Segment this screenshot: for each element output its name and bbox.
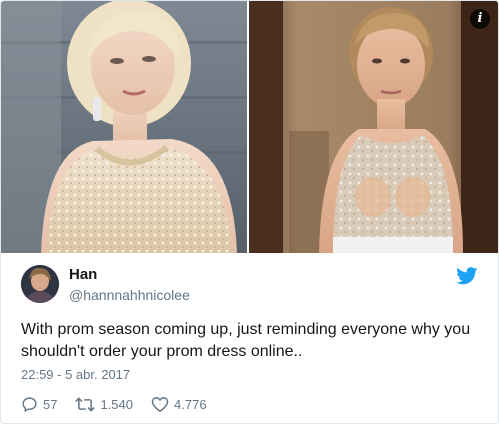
twitter-bird-icon-svg xyxy=(456,267,478,285)
author-handle[interactable]: @hannnahhnicolee xyxy=(69,286,190,304)
tweet-actions: 57 1.540 4.776 xyxy=(21,394,225,414)
info-icon[interactable]: i xyxy=(470,9,490,29)
author-display-name[interactable]: Han xyxy=(69,266,190,284)
photo-received-dress[interactable] xyxy=(249,1,498,253)
reply-button[interactable]: 57 xyxy=(21,396,57,413)
photo-advertised-dress-image xyxy=(1,1,247,253)
avatar-image xyxy=(21,265,59,303)
heart-icon xyxy=(151,396,169,412)
tweet-header: Han @hannnahhnicolee xyxy=(21,263,478,305)
author-names: Han @hannnahhnicolee xyxy=(69,266,190,304)
reply-icon xyxy=(22,396,37,412)
reply-count: 57 xyxy=(43,396,58,412)
photo-received-dress-image xyxy=(249,1,498,253)
like-button[interactable]: 4.776 xyxy=(151,396,207,413)
retweet-count: 1.540 xyxy=(100,396,134,412)
tweet-text: With prom season coming up, just remindi… xyxy=(21,321,471,360)
photo-advertised-dress[interactable] xyxy=(1,1,247,253)
twitter-bird-icon[interactable] xyxy=(456,267,478,285)
avatar[interactable] xyxy=(21,265,59,303)
like-count: 4.776 xyxy=(174,396,207,412)
tweet-card[interactable]: i Han @hannnahhnicolee With prom season … xyxy=(0,0,499,424)
tweet-timestamp[interactable]: 22:59 - 5 abr. 2017 xyxy=(21,367,130,383)
retweet-button[interactable]: 1.540 xyxy=(75,396,133,413)
tweet-media[interactable]: i xyxy=(1,1,498,253)
retweet-icon xyxy=(75,396,96,412)
